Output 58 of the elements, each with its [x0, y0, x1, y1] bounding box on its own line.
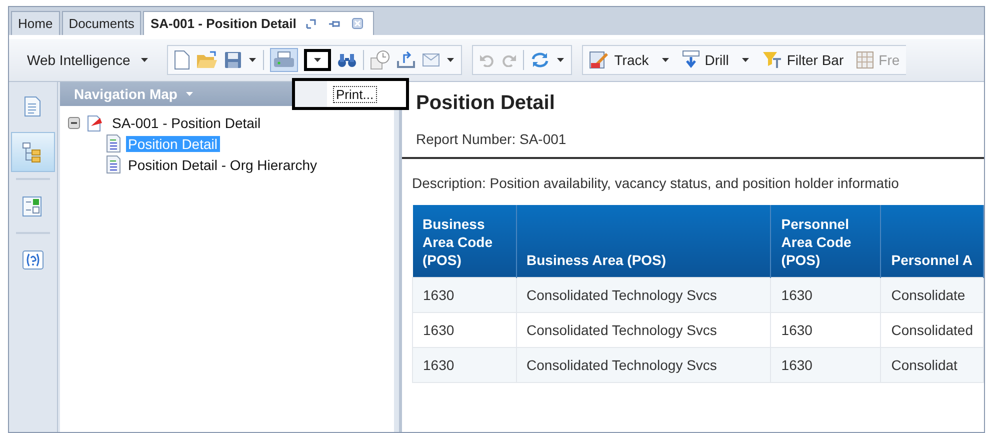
menu-item[interactable]: Print...	[333, 86, 377, 102]
report-page-icon	[106, 134, 121, 153]
side-tab[interactable]	[11, 132, 55, 172]
tab[interactable]: Home	[11, 11, 60, 35]
refresh-icon[interactable]	[530, 51, 550, 69]
toolbar-button[interactable]: Track	[589, 50, 649, 70]
panel-title: Navigation Map	[74, 86, 178, 102]
table-cell: Consolidated Technology Svcs	[516, 348, 771, 382]
caret-icon[interactable]	[556, 56, 566, 64]
pin-icon[interactable]	[328, 18, 340, 28]
table-cell: Consolidate	[880, 278, 984, 312]
column-header: Personnel A	[880, 205, 984, 278]
undo-icon	[479, 53, 496, 67]
help-icon	[22, 250, 44, 270]
column-header: Business Area (POS)	[516, 205, 771, 278]
table-cell: 1630	[770, 348, 881, 382]
close-icon[interactable]	[352, 18, 364, 29]
collapse-icon[interactable]	[68, 116, 80, 128]
table-cell: 1630	[770, 278, 881, 312]
binoculars-icon[interactable]	[337, 52, 358, 68]
tree-item[interactable]: Position Detail - Org Hierarchy	[126, 156, 320, 172]
save-icon[interactable]	[224, 51, 242, 69]
new-document-icon[interactable]	[174, 50, 190, 70]
export-icon[interactable]	[396, 51, 416, 69]
report-title: Position Detail	[416, 92, 556, 115]
tree-item[interactable]: SA-001 - Position Detail	[110, 114, 263, 130]
toolbar-button[interactable]: Drill	[682, 50, 729, 70]
table-cell: Consolidat	[880, 348, 984, 382]
printer-icon[interactable]	[273, 51, 296, 69]
schedule-icon[interactable]	[370, 50, 390, 70]
grid-icon	[856, 51, 874, 69]
caret-icon	[140, 56, 150, 64]
report-page-icon	[106, 155, 121, 174]
table-cell: 1630	[412, 278, 516, 312]
app-menu-button[interactable]: Web Intelligence	[19, 45, 158, 75]
mail-icon[interactable]	[422, 53, 440, 67]
tab[interactable]: SA-001 - Position Detail	[143, 11, 374, 35]
filter-icon	[762, 51, 782, 69]
toolbar-button[interactable]: Filter Bar	[762, 51, 844, 69]
track-changes-icon	[589, 50, 610, 70]
table-cell: Consolidated Technology Svcs	[516, 278, 771, 312]
table-cell: 1630	[412, 348, 516, 382]
caret-icon[interactable]	[313, 56, 322, 64]
checklist-icon	[22, 196, 44, 216]
tab[interactable]: Documents	[62, 11, 142, 35]
caret-icon[interactable]	[248, 56, 258, 64]
caret-icon[interactable]	[660, 56, 670, 64]
column-header: Personnel Area Code (POS)	[770, 205, 881, 278]
open-folder-icon[interactable]	[196, 51, 218, 69]
column-header: Business Area Code (POS)	[412, 205, 516, 278]
caret-icon[interactable]	[740, 56, 750, 64]
report-description: Description: Position availability, vacancy status, and position holder informatio	[412, 175, 900, 191]
pop-out-icon[interactable]	[306, 18, 316, 28]
redo-icon	[501, 53, 518, 67]
report-number: Report Number: SA-001	[402, 115, 984, 159]
document-icon	[85, 114, 105, 132]
drill-down-icon	[682, 50, 700, 70]
caret-icon[interactable]	[446, 56, 456, 64]
